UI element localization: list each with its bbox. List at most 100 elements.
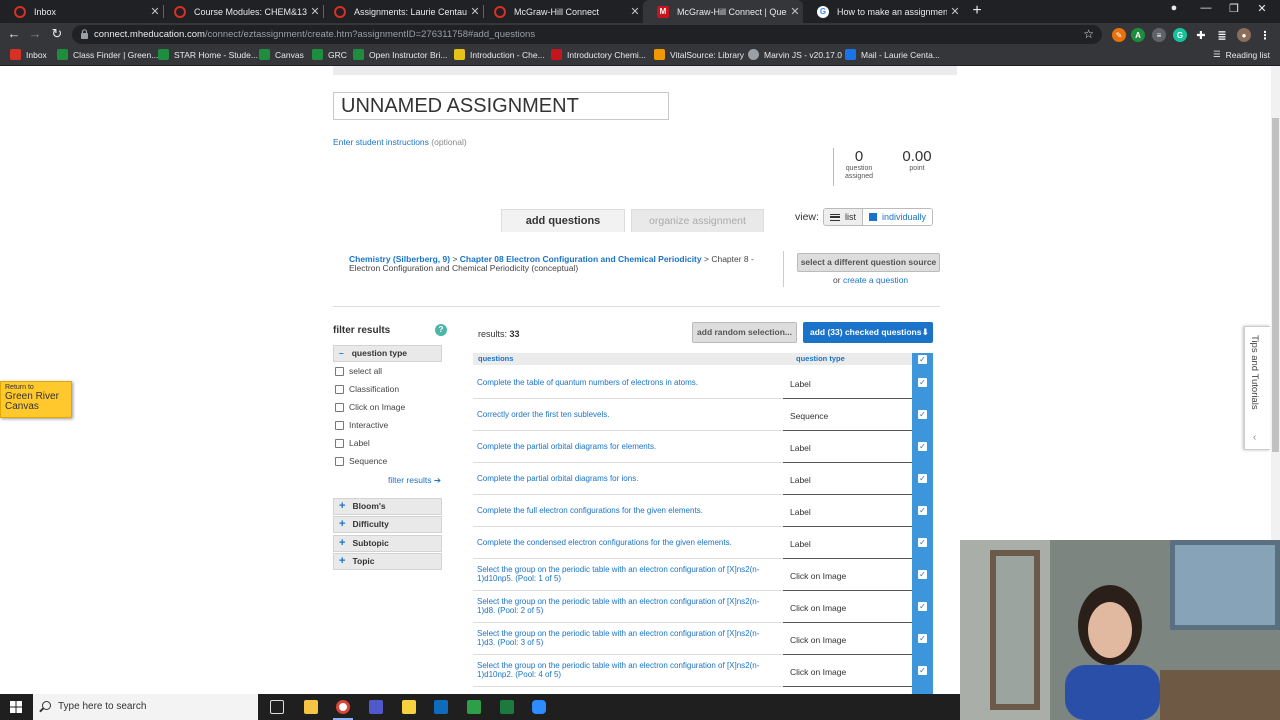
close-icon[interactable]: ✕ — [947, 5, 963, 18]
bookmark-item[interactable]: Canvas — [259, 49, 304, 60]
question-link[interactable]: Complete the condensed electron configur… — [477, 538, 772, 548]
table-row[interactable]: Complete the table of quantum numbers of… — [473, 366, 912, 398]
table-row[interactable]: Correctly order the first ten sublevels.… — [473, 398, 912, 430]
minimize-icon[interactable]: — — [1196, 2, 1216, 14]
question-link[interactable]: Complete the partial orbital diagrams fo… — [477, 474, 772, 484]
browser-tab-mcgraw-hill-question[interactable]: M McGraw-Hill Connect | Question ✕ — [643, 0, 803, 23]
row-checkbox[interactable]: ✓ — [918, 634, 927, 643]
question-link[interactable]: Select the group on the periodic table w… — [477, 629, 772, 647]
column-header-question-type[interactable]: question type — [796, 354, 845, 363]
select-all-checkbox[interactable]: ✓ — [918, 355, 927, 364]
outlook-icon[interactable] — [434, 700, 448, 714]
select-question-source-button[interactable]: select a different question source — [797, 253, 940, 272]
row-checkbox[interactable]: ✓ — [918, 410, 927, 419]
filter-option-classification[interactable]: Classification — [335, 384, 399, 394]
bookmark-item[interactable]: Introductory Chemi... — [551, 49, 646, 60]
assignment-title-input[interactable]: UNNAMED ASSIGNMENT — [333, 92, 669, 120]
bookmark-item[interactable]: Mail - Laurie Centa... — [845, 49, 940, 60]
browser-tab-assignments[interactable]: Assignments: Laurie Centauri Pr ✕ — [320, 0, 483, 23]
checkbox[interactable] — [335, 438, 344, 448]
teams-icon[interactable] — [369, 700, 383, 714]
checkbox[interactable] — [335, 384, 344, 394]
bookmark-item[interactable]: Introduction - Che... — [454, 49, 545, 60]
file-explorer-icon[interactable] — [304, 700, 318, 714]
browser-tab-how-to[interactable]: G How to make an assignment in C ✕ — [803, 0, 963, 23]
question-link[interactable]: Complete the table of quantum numbers of… — [477, 378, 772, 388]
filter-results-link[interactable]: filter results ➔ — [388, 475, 441, 486]
row-checkbox[interactable]: ✓ — [918, 666, 927, 675]
question-link[interactable]: Select the group on the periodic table w… — [477, 661, 772, 679]
view-list-button[interactable]: list — [824, 209, 863, 225]
new-tab-plus-icon[interactable]: + — [969, 2, 985, 20]
browser-tab-inbox[interactable]: Inbox ✕ — [0, 0, 163, 23]
filter-option-interactive[interactable]: Interactive — [335, 420, 388, 430]
bookmark-star-icon[interactable]: ☆ — [1083, 27, 1094, 41]
row-checkbox[interactable]: ✓ — [918, 442, 927, 451]
facet-topic[interactable]: + Topic — [333, 553, 442, 570]
question-link[interactable]: Complete the full electron configuration… — [477, 506, 772, 516]
taskbar-search-box[interactable]: Type here to search — [33, 694, 258, 720]
tab-add-questions[interactable]: add questions — [501, 209, 625, 232]
column-header-questions[interactable]: questions — [478, 354, 513, 363]
extension-list-icon[interactable]: ≡ — [1152, 28, 1166, 42]
extensions-puzzle-icon[interactable]: ✚ — [1194, 28, 1208, 42]
table-row[interactable]: Complete the partial orbital diagrams fo… — [473, 462, 912, 494]
excel-icon[interactable] — [500, 700, 514, 714]
table-row[interactable]: Select the group on the periodic table w… — [473, 622, 912, 654]
restore-icon[interactable]: ❐ — [1224, 2, 1244, 15]
tips-and-tutorials-tab[interactable]: Tips and Tutorials ‹ — [1244, 326, 1270, 450]
help-icon[interactable]: ? — [435, 324, 447, 336]
zoom-icon[interactable] — [532, 700, 546, 714]
facet-subtopic[interactable]: + Subtopic — [333, 535, 442, 552]
add-random-selection-button[interactable]: add random selection... — [692, 322, 797, 343]
close-icon[interactable]: ✕ — [787, 5, 803, 18]
facet-difficulty[interactable]: + Difficulty — [333, 516, 442, 533]
app-icon[interactable] — [467, 700, 481, 714]
facet-blooms[interactable]: + Bloom's — [333, 498, 442, 515]
reading-list-button[interactable]: ☰ Reading list — [1213, 49, 1270, 60]
bookmark-item[interactable]: VitalSource: Library — [654, 49, 744, 60]
scrollbar-thumb[interactable] — [1272, 118, 1279, 452]
grammarly-icon[interactable]: G — [1173, 28, 1187, 42]
row-checkbox[interactable]: ✓ — [918, 506, 927, 515]
bookmark-item[interactable]: GRC — [312, 49, 347, 60]
checkbox[interactable] — [335, 402, 344, 412]
bookmark-item[interactable]: STAR Home - Stude... — [158, 49, 258, 60]
question-link[interactable]: Select the group on the periodic table w… — [477, 597, 772, 615]
chrome-icon[interactable] — [336, 700, 350, 714]
filter-option-click-on-image[interactable]: Click on Image — [335, 402, 405, 412]
extension-a-icon[interactable]: A — [1131, 28, 1145, 42]
table-row[interactable]: Complete the partial orbital diagrams fo… — [473, 430, 912, 462]
browser-tab-course-modules[interactable]: Course Modules: CHEM&131-VH ✕ — [160, 0, 323, 23]
table-row[interactable]: Select the group on the periodic table w… — [473, 558, 912, 590]
question-link[interactable]: Select the group on the periodic table w… — [477, 565, 772, 583]
row-checkbox[interactable]: ✓ — [918, 570, 927, 579]
filter-option-sequence[interactable]: Sequence — [335, 456, 387, 466]
browser-tab-mcgraw-hill[interactable]: McGraw-Hill Connect ✕ — [480, 0, 643, 23]
bookmark-item[interactable]: Class Finder | Green... — [57, 49, 158, 60]
close-icon[interactable]: ✕ — [627, 5, 643, 18]
back-arrow-icon[interactable]: ← — [6, 26, 22, 41]
checkbox[interactable] — [335, 366, 344, 376]
bookmark-item[interactable]: Inbox — [10, 49, 47, 60]
row-checkbox[interactable]: ✓ — [918, 378, 927, 387]
row-checkbox[interactable]: ✓ — [918, 538, 927, 547]
table-row[interactable]: Complete the full electron configuration… — [473, 494, 912, 526]
window-close-icon[interactable]: ✕ — [1252, 2, 1272, 15]
checkbox[interactable] — [335, 456, 344, 466]
question-type-header[interactable]: – question type — [333, 345, 442, 362]
forward-arrow-icon[interactable]: → — [27, 26, 43, 41]
create-question-link[interactable]: create a question — [843, 275, 908, 285]
view-individually-button[interactable]: individually — [863, 209, 933, 225]
table-row[interactable]: Complete the condensed electron configur… — [473, 526, 912, 558]
question-link[interactable]: Complete the partial orbital diagrams fo… — [477, 442, 772, 452]
menu-kebab-icon[interactable]: ⋮ — [1258, 28, 1272, 42]
table-row[interactable]: Select the group on the periodic table w… — [473, 590, 912, 622]
reload-icon[interactable]: ↻ — [49, 26, 65, 42]
task-view-icon[interactable] — [270, 700, 284, 714]
table-row[interactable]: Select the group on the periodic table w… — [473, 654, 912, 686]
return-to-canvas-button[interactable]: Return to Green River Canvas — [0, 381, 72, 418]
windows-start-icon[interactable] — [10, 701, 22, 713]
profile-icon[interactable]: ● — [1164, 2, 1184, 14]
tab-organize-assignment[interactable]: organize assignment — [631, 209, 764, 232]
